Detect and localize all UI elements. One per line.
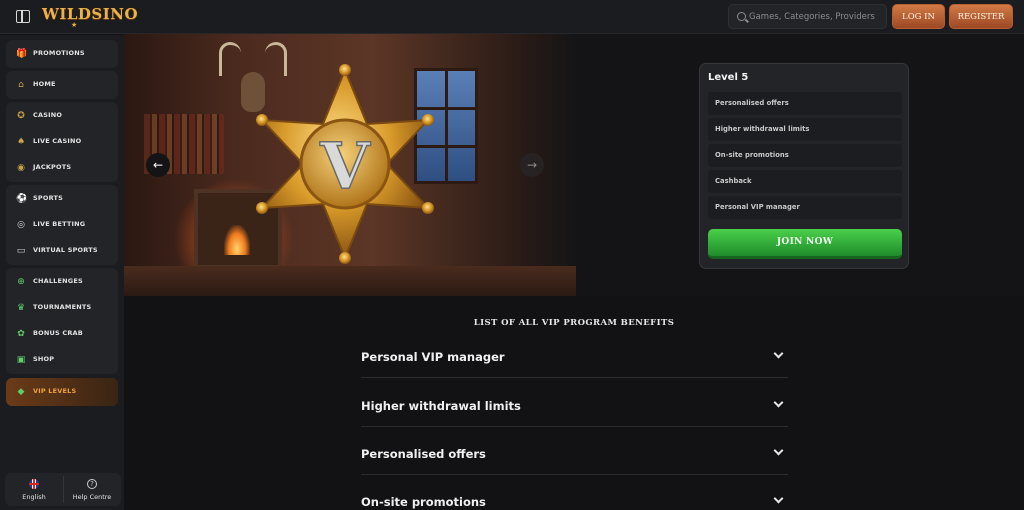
chevron-down-icon[interactable] (773, 445, 784, 456)
live-icon: ◎ (17, 220, 25, 230)
sidebar-item-vip-levels[interactable]: ◆ VIP LEVELS (6, 379, 118, 405)
accordion-item-personal-vip-manager[interactable]: Personal VIP manager (361, 330, 788, 378)
sidebar-footer: English ? Help Centre (5, 473, 121, 506)
search-input[interactable] (749, 7, 884, 26)
accordion-item-personalised-offers[interactable]: Personalised offers (361, 427, 788, 475)
sidebar-item-challenges[interactable]: ⊕ CHALLENGES (6, 269, 118, 295)
shop-icon: ▣ (16, 355, 26, 365)
accordion-item-on-site-promotions[interactable]: On-site promotions (361, 475, 788, 510)
nav-group: 🎁 PROMOTIONS (6, 40, 118, 68)
sidebar-item-label: BONUS CRAB (33, 329, 83, 337)
badge-letter: V (319, 129, 371, 204)
ball-icon: ⚽ (16, 194, 28, 204)
sidebar-item-label: SHOP (33, 355, 55, 363)
vip-banner-image: V (124, 34, 576, 296)
sidebar-item-label: JACKPOTS (33, 163, 72, 171)
sidebar-item-label: PROMOTIONS (33, 49, 85, 57)
nav-group: ◆ VIP LEVELS (6, 378, 118, 406)
chevron-down-icon[interactable] (773, 493, 784, 504)
chevron-down-icon[interactable] (773, 348, 784, 359)
chevron-down-icon[interactable] (773, 397, 784, 408)
vip-hero: V ← → Level 5 Personalised offers Higher… (124, 34, 1024, 296)
carousel-next-arrow-icon[interactable]: → (520, 153, 544, 177)
sidebar-item-label: CHALLENGES (33, 277, 83, 285)
level-title: Level 5 (708, 72, 749, 83)
sidebar-item-label: LIVE CASINO (33, 137, 82, 145)
sidebar-item-label: TOURNAMENTS (33, 303, 92, 311)
uk-flag-icon (29, 479, 39, 489)
sidebar-item-home[interactable]: ⌂ HOME (6, 72, 118, 98)
language-selector[interactable]: English (5, 473, 63, 506)
login-button[interactable]: LOG IN (892, 4, 945, 29)
sidebar-item-bonus-crab[interactable]: ✿ BONUS CRAB (6, 321, 118, 347)
level-card: Level 5 Personalised offers Higher withd… (699, 63, 909, 269)
register-button[interactable]: REGISTER (949, 4, 1013, 29)
sidebar-toggle-icon[interactable] (16, 10, 30, 23)
perk-label: Personal VIP manager (715, 203, 800, 211)
monitor-icon: ▭ (16, 246, 26, 256)
sidebar-item-label: VIRTUAL SPORTS (33, 246, 98, 254)
target-icon: ⊕ (17, 277, 25, 287)
search-icon (737, 12, 746, 21)
floor-illustration (124, 266, 576, 296)
accordion-label: On-site promotions (361, 495, 486, 509)
perk-row: Higher withdrawal limits (708, 118, 902, 141)
top-bar: WILDSINO ★ LOG IN REGISTER (0, 0, 1024, 34)
sheriff-star-badge: V (252, 64, 438, 264)
help-centre-link[interactable]: ? Help Centre (63, 473, 121, 506)
perk-row: Cashback (708, 170, 902, 193)
accordion-label: Higher withdrawal limits (361, 399, 521, 413)
nav-group: ⊕ CHALLENGES ♛ TOURNAMENTS ✿ BONUS CRAB ▣ SHOP (6, 268, 118, 374)
sidebar-item-promotions[interactable]: 🎁 PROMOTIONS (6, 41, 118, 67)
perk-label: Cashback (715, 177, 752, 185)
nav-group: ⌂ HOME (6, 71, 118, 99)
sidebar-item-live-betting[interactable]: ◎ LIVE BETTING (6, 212, 118, 238)
search-box[interactable] (728, 4, 887, 29)
perk-row: Personalised offers (708, 92, 902, 115)
sidebar-item-label: CASINO (33, 111, 63, 119)
perk-label: Personalised offers (715, 99, 789, 107)
sidebar-item-label: SPORTS (33, 194, 63, 202)
gift-icon: 🎁 (16, 49, 28, 59)
accordion-label: Personal VIP manager (361, 350, 505, 364)
benefits-section: LIST OF ALL VIP PROGRAM BENEFITS Persona… (124, 296, 1024, 510)
perk-row: Personal VIP manager (708, 196, 902, 219)
trophy-icon: ♛ (16, 303, 26, 313)
perk-label: Higher withdrawal limits (715, 125, 810, 133)
coin-icon: ◉ (17, 163, 25, 173)
wildsino-logo[interactable]: WILDSINO (42, 5, 138, 23)
sidebar-item-tournaments[interactable]: ♛ TOURNAMENTS (6, 295, 118, 321)
perk-label: On-site promotions (715, 151, 789, 159)
help-centre-label: Help Centre (72, 493, 112, 501)
crab-icon: ✿ (17, 329, 25, 339)
sidebar-item-label: VIP LEVELS (33, 387, 77, 395)
sidebar-item-casino[interactable]: ✪ CASINO (6, 103, 118, 129)
sidebar-item-shop[interactable]: ▣ SHOP (6, 347, 118, 373)
accordion-label: Personalised offers (361, 447, 486, 461)
language-label: English (22, 493, 46, 501)
sidebar-item-virtual-sports[interactable]: ▭ VIRTUAL SPORTS (6, 238, 118, 264)
cards-icon: ♠ (16, 137, 26, 147)
carousel-prev-arrow-icon[interactable]: ← (146, 153, 170, 177)
nav-group: ⚽ SPORTS ◎ LIVE BETTING ▭ VIRTUAL SPORTS (6, 185, 118, 265)
sidebar: 🎁 PROMOTIONS ⌂ HOME ✪ CASINO ♠ LIVE CASINO ◉ JACK… (0, 35, 124, 510)
diamond-icon: ◆ (17, 387, 25, 397)
benefits-title: LIST OF ALL VIP PROGRAM BENEFITS (473, 318, 675, 328)
logo-star-icon: ★ (71, 21, 78, 29)
perk-row: On-site promotions (708, 144, 902, 167)
help-icon: ? (87, 479, 97, 489)
sidebar-item-sports[interactable]: ⚽ SPORTS (6, 186, 118, 212)
home-icon: ⌂ (18, 80, 24, 90)
sidebar-item-live-casino[interactable]: ♠ LIVE CASINO (6, 129, 118, 155)
join-now-button[interactable]: JOIN NOW (708, 229, 902, 259)
nav-group: ✪ CASINO ♠ LIVE CASINO ◉ JACKPOTS (6, 102, 118, 182)
chip-icon: ✪ (17, 111, 25, 121)
sidebar-item-jackpots[interactable]: ◉ JACKPOTS (6, 155, 118, 181)
sidebar-item-label: LIVE BETTING (33, 220, 86, 228)
sidebar-item-label: HOME (33, 80, 56, 88)
accordion-item-higher-withdrawal-limits[interactable]: Higher withdrawal limits (361, 379, 788, 427)
